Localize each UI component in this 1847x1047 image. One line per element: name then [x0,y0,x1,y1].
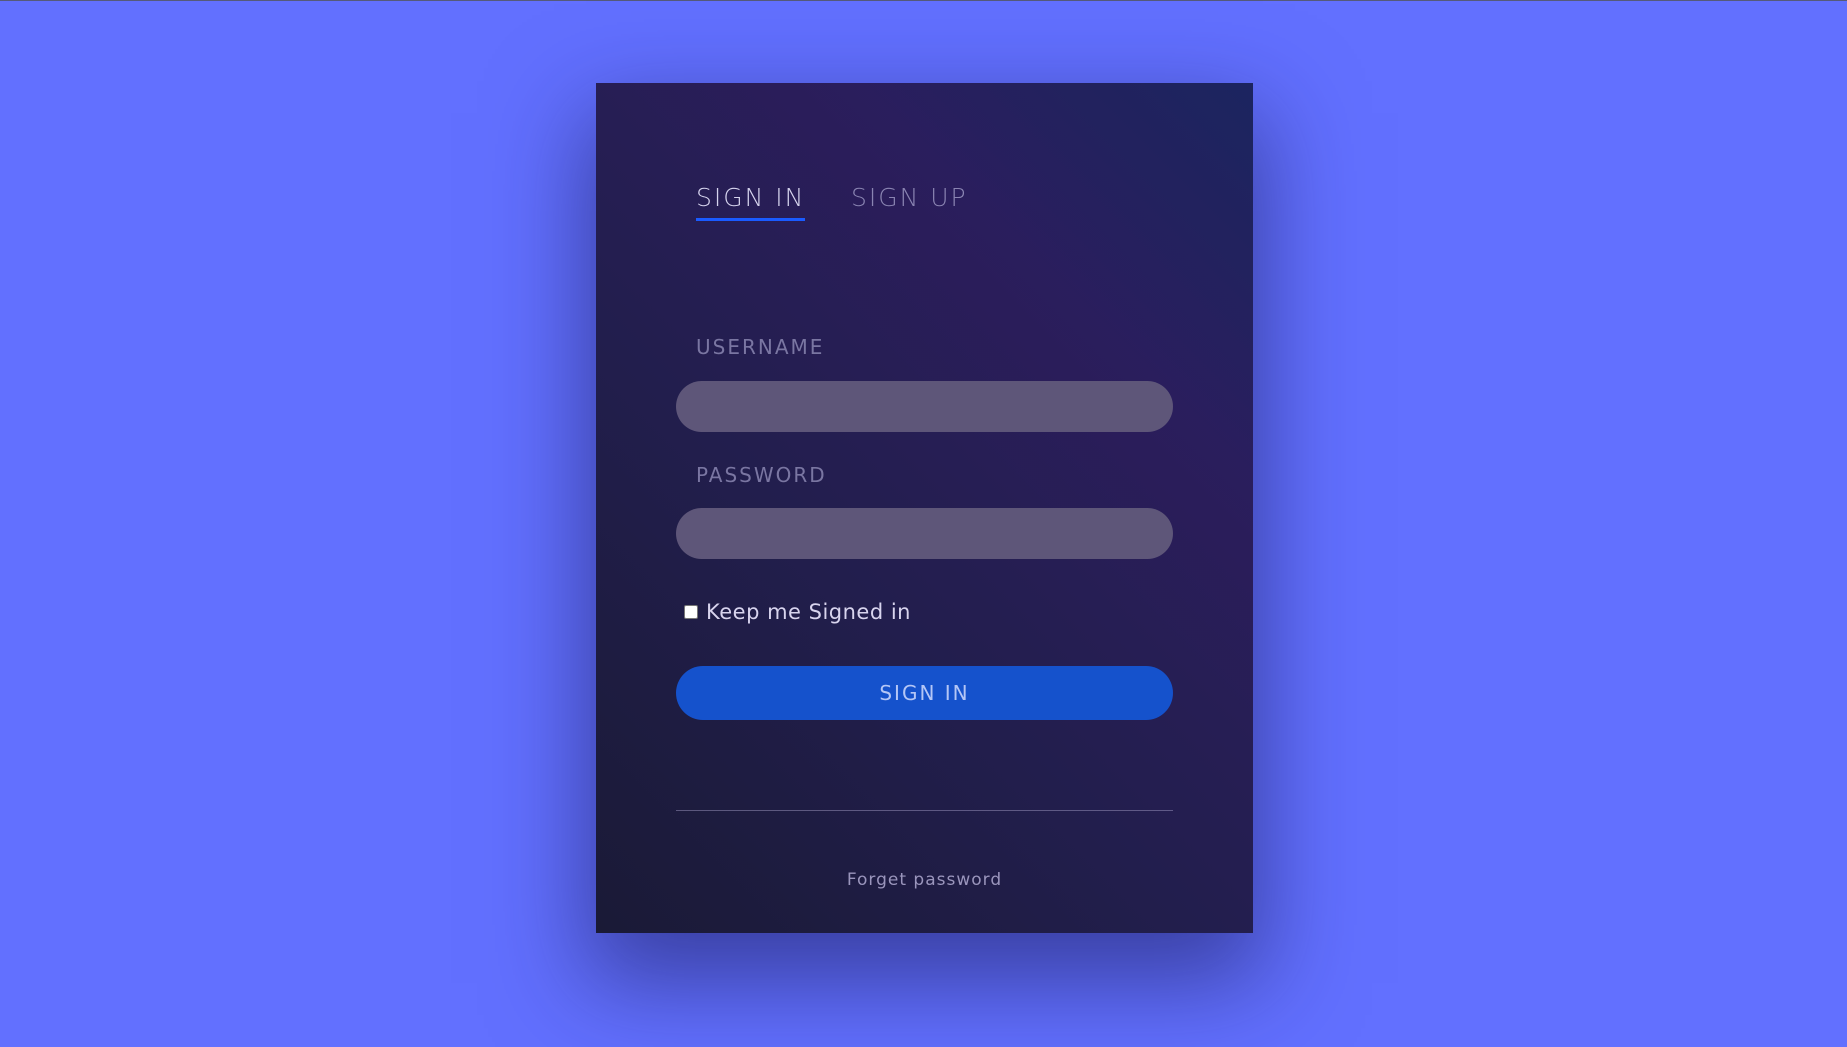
divider [676,810,1173,811]
login-card: SIGN IN SIGN UP USERNAME PASSWORD Keep m… [596,83,1253,933]
username-input[interactable] [676,381,1173,432]
remember-me: Keep me Signed in [684,598,911,626]
password-label: PASSWORD [696,463,827,487]
tab-sign-in[interactable]: SIGN IN [696,183,806,221]
username-label: USERNAME [696,335,825,359]
remember-me-checkbox[interactable] [684,605,698,619]
tab-sign-up[interactable]: SIGN UP [851,183,968,218]
password-input[interactable] [676,508,1173,559]
sign-in-button[interactable]: SIGN IN [676,666,1173,720]
forgot-password-link[interactable]: Forget password [596,870,1253,890]
remember-me-label[interactable]: Keep me Signed in [706,600,911,624]
